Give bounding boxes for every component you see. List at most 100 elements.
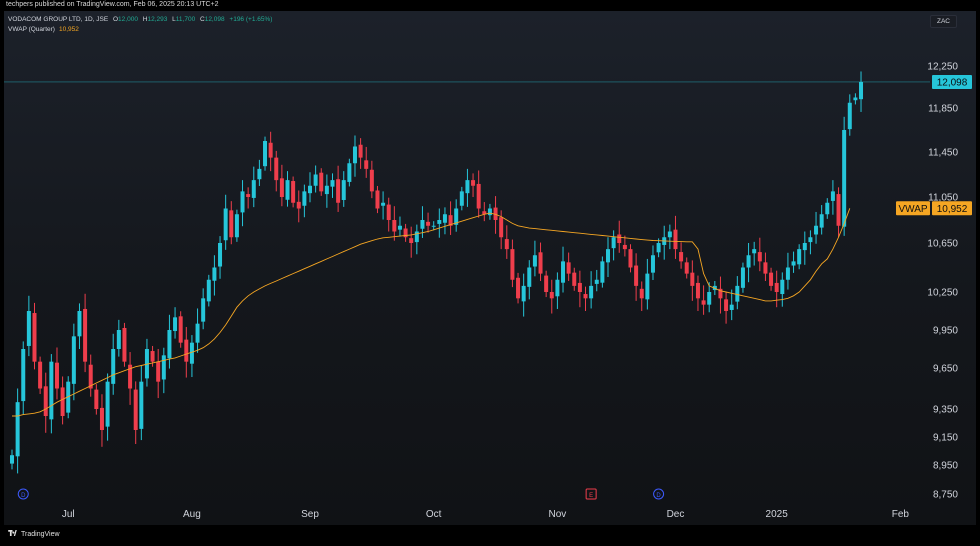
candle-body[interactable] [701,300,706,305]
candle-body[interactable] [679,252,684,262]
candle-body[interactable] [99,407,104,430]
candle-body[interactable] [341,180,346,200]
candle-body[interactable] [634,265,639,286]
candle-body[interactable] [583,294,588,299]
candle-body[interactable] [347,163,352,182]
candle-body[interactable] [10,455,14,464]
candle-body[interactable] [105,381,110,427]
candle-body[interactable] [184,339,189,362]
candle-body[interactable] [392,220,397,232]
candle-body[interactable] [122,327,127,362]
candle-body[interactable] [769,272,774,286]
candle-body[interactable] [263,141,268,167]
candle-body[interactable] [847,102,852,130]
candle-body[interactable] [600,261,605,283]
candle-body[interactable] [94,389,99,409]
candle-body[interactable] [724,299,729,311]
candle-body[interactable] [313,174,318,186]
candle-body[interactable] [369,169,374,192]
candle-body[interactable] [167,330,172,359]
candle-body[interactable] [83,308,88,362]
candle-body[interactable] [189,342,194,364]
candle-body[interactable] [32,313,37,362]
candle-body[interactable] [71,336,76,384]
candle-body[interactable] [684,262,689,274]
candle-body[interactable] [268,142,273,158]
candle-body[interactable] [358,144,363,158]
candle-body[interactable] [802,243,807,251]
candle-body[interactable] [375,190,380,209]
candle-body[interactable] [442,214,447,223]
candle-body[interactable] [527,267,532,287]
candle-body[interactable] [133,389,138,430]
candle-body[interactable] [459,191,464,206]
candle-body[interactable] [471,180,476,186]
candle-body[interactable] [409,238,414,243]
candle-body[interactable] [853,97,858,101]
candle-body[interactable] [645,273,650,300]
candle-body[interactable] [606,249,610,263]
candle-body[interactable] [555,279,560,297]
candle-body[interactable] [707,292,712,305]
candle-body[interactable] [740,267,745,288]
candle-body[interactable] [752,249,757,254]
candle-body[interactable] [808,237,813,243]
candle-body[interactable] [785,267,790,280]
candle-body[interactable] [336,179,341,203]
candle-body[interactable] [60,387,65,416]
candle-body[interactable] [54,362,59,389]
candle-body[interactable] [234,214,239,238]
candle-body[interactable] [819,214,824,228]
candle-body[interactable] [240,191,245,213]
candle-body[interactable] [437,220,442,224]
candle-body[interactable] [797,249,802,265]
candle-body[interactable] [291,181,296,203]
candle-body[interactable] [195,323,200,343]
candle-body[interactable] [695,282,700,299]
candle-body[interactable] [814,225,819,235]
candle-body[interactable] [15,402,20,457]
candle-body[interactable] [173,317,178,332]
candle-body[interactable] [21,349,26,402]
candle-body[interactable] [302,191,307,206]
candle-body[interactable] [139,381,144,429]
candle-body[interactable] [319,172,324,192]
candle-body[interactable] [572,272,577,286]
candle-body[interactable] [257,168,262,180]
candle-body[interactable] [757,252,762,262]
candle-body[interactable] [589,285,594,299]
candle-body[interactable] [622,244,627,250]
candle-body[interactable] [667,231,672,238]
candle-body[interactable] [465,180,470,194]
candle-body[interactable] [279,178,284,197]
candle-body[interactable] [43,386,48,416]
candle-body[interactable] [780,279,785,295]
candle-body[interactable] [538,252,543,274]
candle-body[interactable] [150,351,155,362]
candle-body[interactable] [397,225,402,230]
candle-body[interactable] [161,355,166,380]
candle-body[interactable] [577,282,582,292]
candle-body[interactable] [791,261,796,266]
candle-body[interactable] [594,279,599,284]
candle-body[interactable] [206,279,211,302]
candle-body[interactable] [650,255,655,273]
candle-body[interactable] [549,292,554,299]
candle-body[interactable] [246,194,251,197]
candle-body[interactable] [308,185,312,194]
candle-body[interactable] [352,146,357,164]
candle-body[interactable] [566,262,571,274]
candle-body[interactable] [285,180,290,200]
candle-body[interactable] [521,285,526,302]
currency-badge[interactable]: ZAC [930,15,957,28]
candle-body[interactable] [38,361,43,389]
indicator-legend[interactable]: VWAP (Quarter) 10,952 [8,26,79,33]
candle-body[interactable] [504,239,509,250]
tradingview-logo[interactable]: TradingView [8,530,60,538]
candlestick-chart[interactable]: 12,25011,85011,45011,05010,65010,2509,95… [0,0,980,546]
candle-body[interactable] [532,255,537,267]
candle-body[interactable] [476,183,481,209]
symbol-legend[interactable]: VODACOM GROUP LTD, 1D, JSE O12,000 H12,2… [8,16,272,23]
candle-body[interactable] [836,194,841,226]
candle-body[interactable] [774,282,779,292]
